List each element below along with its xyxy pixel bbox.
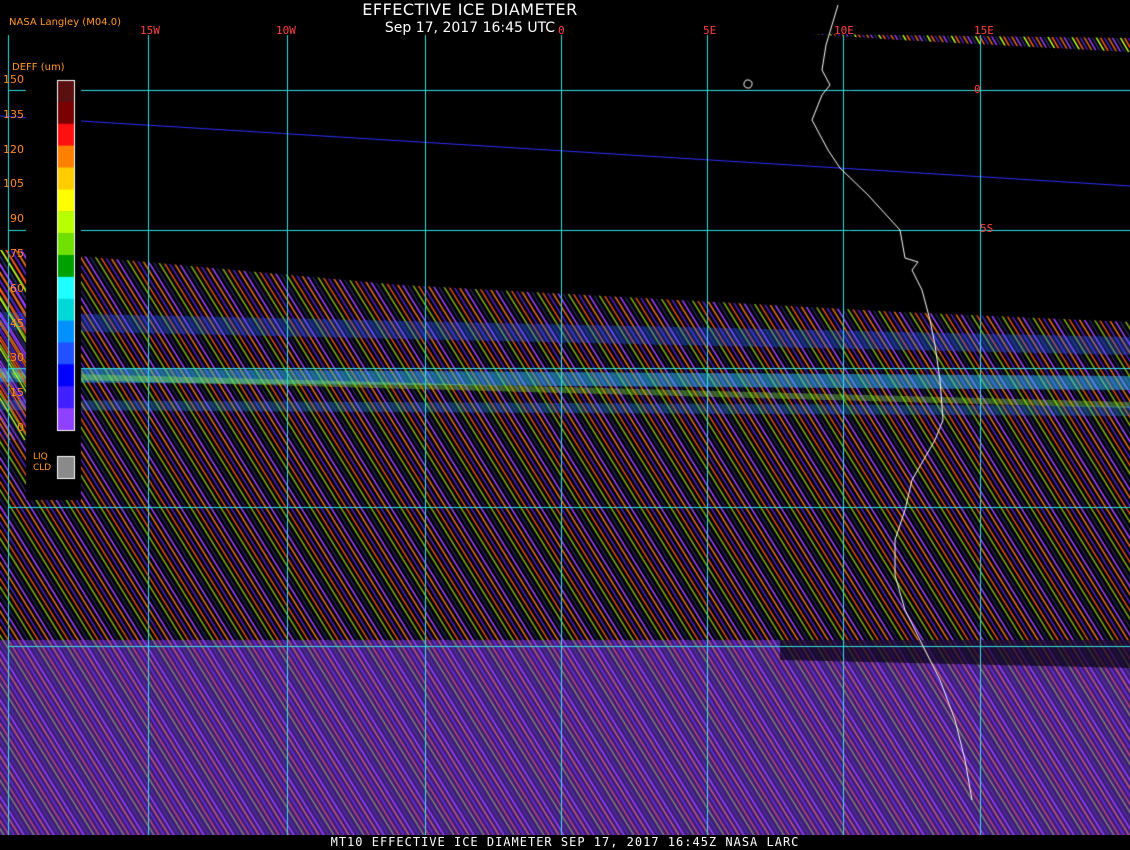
footer-caption: MT10 EFFECTIVE ICE DIAMETER SEP 17, 2017…	[0, 835, 1130, 850]
lon-label: 15W	[140, 24, 160, 37]
lon-label: 0	[558, 24, 565, 37]
legend-tick-label: 105	[3, 177, 24, 191]
legend-title: DEFF (um)	[12, 62, 65, 73]
legend-tick-label: 135	[3, 107, 24, 121]
lon-label: 15E	[974, 24, 994, 37]
legend-tick-label: 90	[10, 212, 24, 226]
legend-tick-label: 60	[10, 281, 24, 295]
source-label: NASA Langley (M04.0)	[9, 17, 121, 28]
lon-label: 10E	[834, 24, 854, 37]
legend-tick-label: 0	[17, 421, 24, 434]
legend-tick-label: 30	[10, 351, 24, 365]
legend-tick-label: 120	[3, 142, 24, 156]
legend-tick-label: 75	[10, 247, 24, 260]
legend-tick-label: 150	[3, 73, 24, 86]
map-title: EFFECTIVE ICE DIAMETER	[362, 0, 578, 19]
lon-label: 5E	[703, 24, 717, 37]
liq-label: LIQ	[33, 452, 48, 462]
legend-tick-label: 45	[10, 316, 24, 330]
cld-label: CLD	[33, 463, 52, 473]
liq-cld-label: LIQ CLD	[33, 452, 53, 474]
lat-label: 0	[974, 83, 981, 96]
lon-label: 10W	[276, 24, 296, 37]
legend-tick-label: 15	[10, 386, 24, 400]
satellite-map	[0, 0, 1130, 850]
lat-label: 5S	[980, 222, 994, 235]
